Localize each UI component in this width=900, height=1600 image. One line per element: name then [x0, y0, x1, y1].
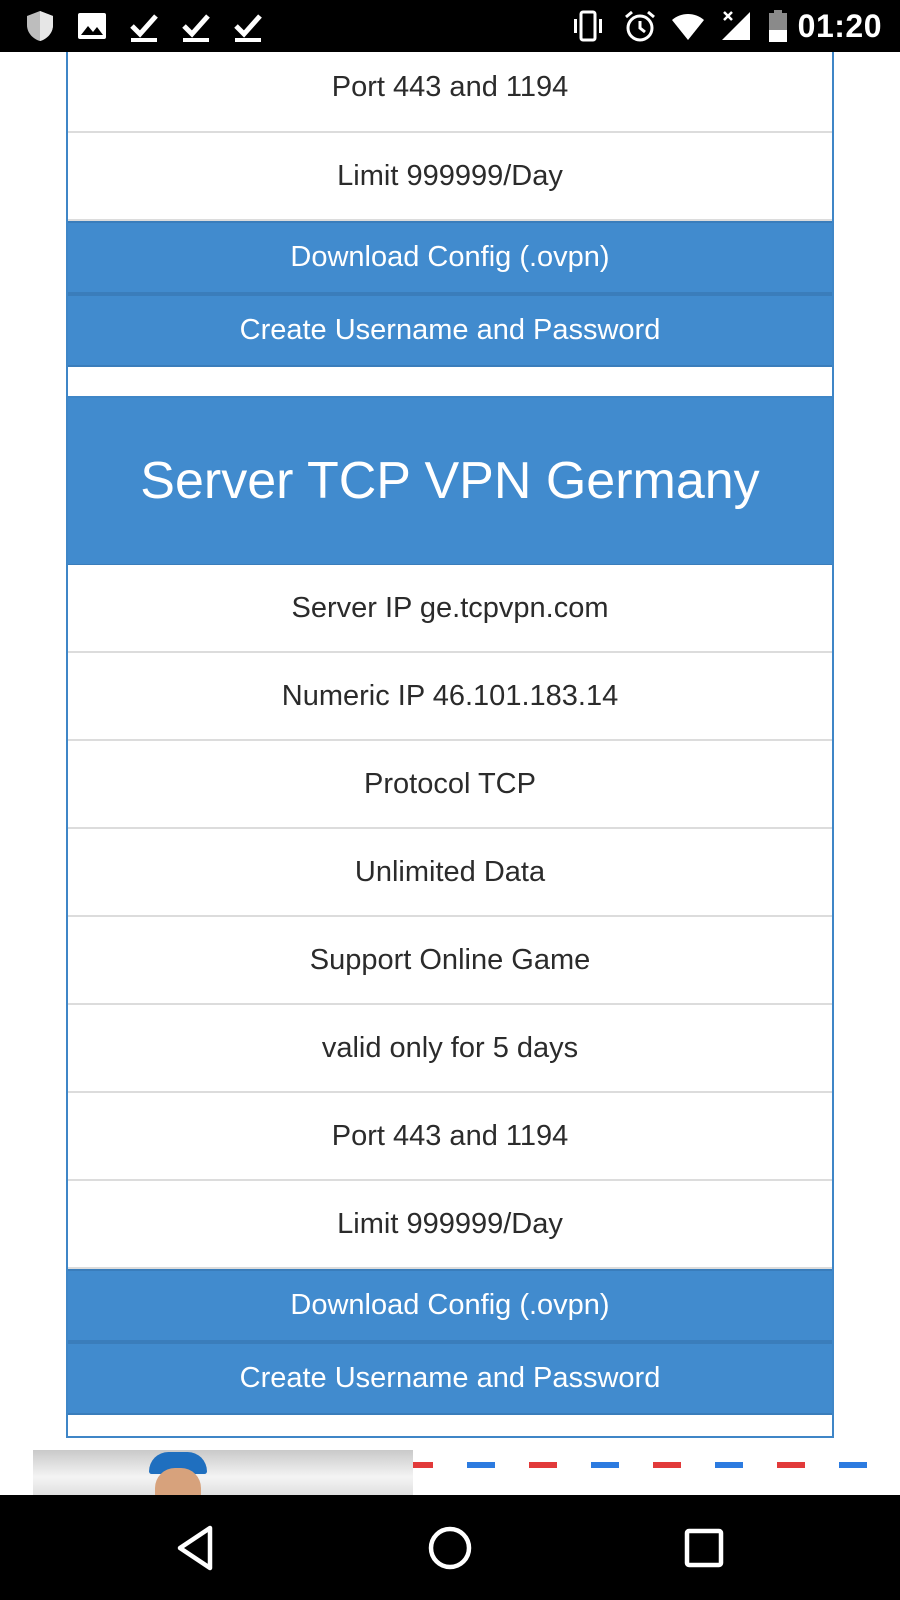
row-label: Limit 999999/Day	[337, 159, 563, 192]
home-icon[interactable]	[424, 1522, 476, 1574]
image-icon	[74, 8, 110, 44]
info-row: Support Online Game	[68, 917, 832, 1005]
info-row: Server IP ge.tcpvpn.com	[68, 565, 832, 653]
game-support-label: Support Online Game	[309, 943, 591, 976]
download-config-button[interactable]: Download Config (.ovpn)	[68, 221, 832, 294]
button-label: Download Config (.ovpn)	[290, 241, 610, 273]
alarm-icon	[622, 8, 658, 44]
server-ip-label: Server IP ge.tcpvpn.com	[291, 591, 609, 624]
row-label: Port 443 and 1194	[331, 71, 569, 103]
card-title: Server TCP VPN Germany	[68, 398, 832, 565]
battery-icon	[760, 8, 796, 44]
download-config-button[interactable]: Download Config (.ovpn)	[68, 1269, 832, 1342]
signal-no-data-icon	[718, 8, 754, 44]
limit-label: Limit 999999/Day	[337, 1207, 563, 1240]
ad-banner[interactable]	[33, 1450, 900, 1495]
button-label: Create Username and Password	[239, 314, 661, 346]
port-label: Port 443 and 1194	[331, 1119, 569, 1152]
info-row: valid only for 5 days	[68, 1005, 832, 1093]
download-done-icon	[178, 8, 214, 44]
create-account-button[interactable]: Create Username and Password	[68, 294, 832, 367]
validity-label: valid only for 5 days	[321, 1031, 579, 1064]
data-limit-label: Unlimited Data	[354, 855, 546, 888]
server-card-germany: Server TCP VPN Germany Server IP ge.tcpv…	[66, 396, 834, 1438]
info-row: Limit 999999/Day	[68, 133, 832, 221]
info-row: Port 443 and 1194	[68, 52, 832, 133]
download-done-icon	[230, 8, 266, 44]
navigation-bar	[0, 1495, 900, 1600]
create-account-button[interactable]: Create Username and Password	[68, 1342, 832, 1415]
clock-time: 01:20	[797, 8, 882, 44]
info-row: Protocol TCP	[68, 741, 832, 829]
page-content: Port 443 and 1194 Limit 999999/Day Downl…	[0, 52, 900, 1495]
info-row: Limit 999999/Day	[68, 1181, 832, 1269]
ad-image	[33, 1450, 413, 1495]
server-card-previous: Port 443 and 1194 Limit 999999/Day Downl…	[66, 52, 834, 434]
shield-icon	[22, 8, 58, 44]
wifi-icon	[670, 8, 706, 44]
info-row: Port 443 and 1194	[68, 1093, 832, 1181]
info-row: Unlimited Data	[68, 829, 832, 917]
status-bar: 01:20	[0, 0, 900, 52]
vibrate-icon	[570, 8, 606, 44]
back-icon[interactable]	[170, 1522, 222, 1574]
download-done-icon	[126, 8, 162, 44]
ad-face-graphic	[155, 1468, 201, 1495]
button-label: Create Username and Password	[239, 1362, 661, 1394]
info-row: Numeric IP 46.101.183.14	[68, 653, 832, 741]
button-label: Download Config (.ovpn)	[290, 1289, 610, 1321]
protocol-label: Protocol TCP	[364, 767, 536, 800]
numeric-ip-label: Numeric IP 46.101.183.14	[281, 679, 619, 712]
recents-icon[interactable]	[678, 1522, 730, 1574]
